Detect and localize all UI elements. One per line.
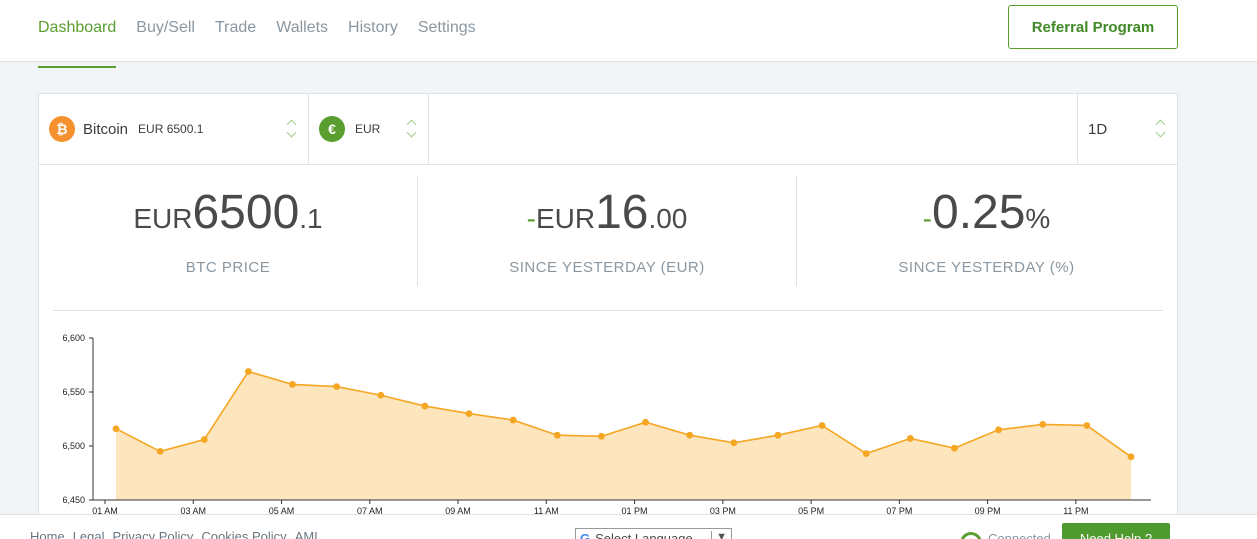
footer-bar: Home Legal Privacy Policy Cookies Policy… [0,514,1257,539]
y-tick-label: 6,450 [62,495,85,505]
stat-btc-price: EUR6500.1 BTC PRICE [39,176,418,286]
main-nav: Dashboard Buy/Sell Trade Wallets History… [38,0,496,68]
btc-price-caption: BTC PRICE [185,259,271,276]
nav-item-dashboard[interactable]: Dashboard [38,0,117,68]
data-point [598,432,605,440]
data-point [1083,422,1091,429]
language-label: Select Language [595,530,693,539]
stats-row: EUR6500.1 BTC PRICE -EUR16.00 SINCE YEST… [39,166,1177,306]
footer-link-legal[interactable]: Legal [73,529,105,539]
euro-icon: € [319,116,345,142]
change-eur-value: -EUR16.00 [526,186,688,239]
footer-link-cookies[interactable]: Cookies Policy [201,529,286,539]
data-point [244,368,252,375]
data-point [156,448,164,455]
y-tick-label: 6,550 [62,387,85,397]
google-icon: G [580,530,591,539]
footer-link-home[interactable]: Home [30,529,65,539]
data-point [112,425,120,433]
data-point [1039,421,1047,428]
change-eur-caption: SINCE YESTERDAY (EUR) [509,259,705,276]
data-point [862,450,870,457]
data-point [951,444,958,452]
selector-bar: ₿ Bitcoin EUR 6500.1 € EUR 1D [39,94,1177,165]
language-select[interactable]: G Select Language ▼ [575,528,732,539]
price-card: ₿ Bitcoin EUR 6500.1 € EUR 1D EUR6500.1 … [38,93,1178,539]
data-point [289,381,296,388]
change-pct-caption: SINCE YESTERDAY (%) [898,259,1075,276]
nav-item-trade[interactable]: Trade [215,0,256,62]
coin-name: Bitcoin [83,120,129,138]
btc-price-value: EUR6500.1 [133,186,323,239]
series-area [116,371,1131,500]
stat-change-eur: -EUR16.00 SINCE YESTERDAY (EUR) [418,176,797,286]
range-label: 1D [1088,120,1108,138]
change-pct-value: -0.25% [922,186,1051,239]
y-tick-label: 6,500 [62,441,85,451]
data-point [1127,453,1135,461]
dropdown-arrow-icon: ▼ [711,531,727,539]
data-point [730,439,738,447]
data-point [906,435,914,442]
footer-link-privacy[interactable]: Privacy Policy [113,529,194,539]
currency-label: EUR [355,122,381,136]
data-point [509,416,517,424]
top-nav-bar: Dashboard Buy/Sell Trade Wallets History… [0,0,1257,68]
data-point [333,383,341,390]
nav-item-settings[interactable]: Settings [418,0,476,62]
referral-program-button[interactable]: Referral Program [1008,5,1178,49]
data-point [818,422,826,429]
data-point [465,410,473,417]
stat-change-pct: -0.25% SINCE YESTERDAY (%) [797,176,1176,286]
data-point [200,436,208,443]
nav-item-history[interactable]: History [348,0,398,62]
connection-label: Connected [988,531,1051,539]
footer-links: Home Legal Privacy Policy Cookies Policy… [30,529,329,539]
data-point [421,402,429,410]
data-point [553,431,561,439]
need-help-button[interactable]: Need Help ? [1062,523,1170,539]
footer-link-aml[interactable]: AML [295,529,322,539]
connection-status: Connected [960,531,1051,539]
divider [53,310,1163,311]
nav-item-buy-sell[interactable]: Buy/Sell [136,0,195,62]
price-chart: 6,4506,5006,5506,60001 AM 03 AM 05 AM 07 AM… [62,333,1151,516]
nav-item-wallets[interactable]: Wallets [276,0,328,62]
chevron-up-down-icon [286,118,298,140]
currency-selector[interactable]: € EUR [309,94,429,164]
range-selector[interactable]: 1D [1077,94,1177,164]
chevron-up-down-icon [1155,118,1167,140]
data-point [377,391,385,399]
coin-selector[interactable]: ₿ Bitcoin EUR 6500.1 [39,94,309,164]
coin-price: EUR 6500.1 [138,122,204,136]
data-point [995,426,1003,434]
chevron-up-down-icon [406,118,418,140]
data-point [774,431,782,439]
data-point [642,418,649,426]
wifi-icon [960,531,982,539]
bitcoin-icon: ₿ [49,116,75,142]
data-point [686,431,694,439]
y-tick-label: 6,600 [62,333,85,343]
